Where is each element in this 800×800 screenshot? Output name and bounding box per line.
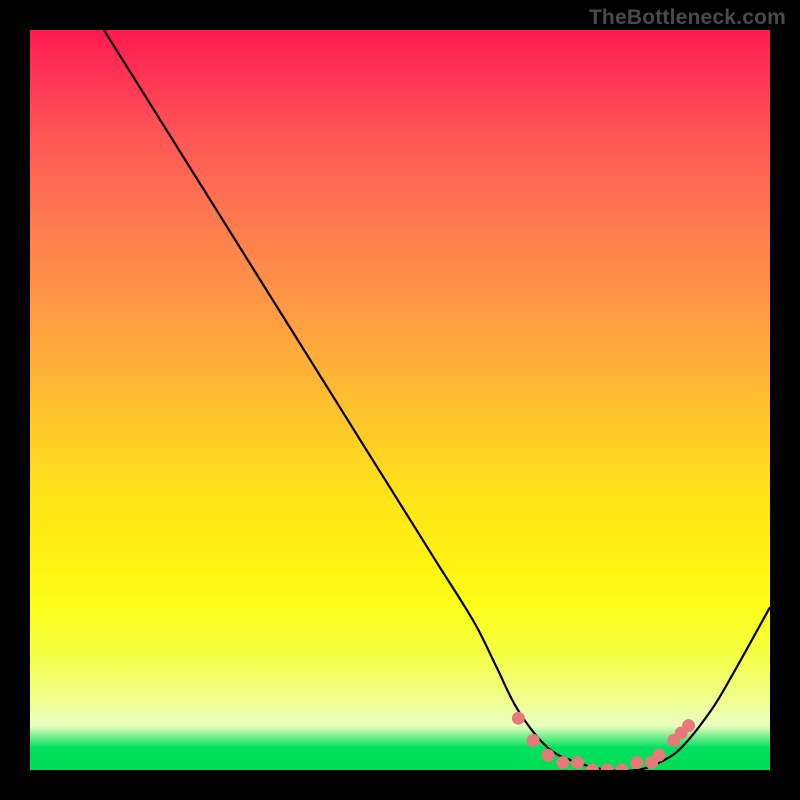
- marker-dot: [527, 734, 540, 747]
- marker-dot: [616, 764, 629, 771]
- chart-frame: TheBottleneck.com: [0, 0, 800, 800]
- marker-dot: [542, 749, 555, 762]
- chart-svg: [30, 30, 770, 770]
- marker-dot: [586, 764, 599, 771]
- highlight-dots: [512, 712, 695, 770]
- marker-dot: [653, 749, 666, 762]
- marker-dot: [601, 764, 614, 771]
- marker-dot: [556, 756, 569, 769]
- marker-dot: [682, 719, 695, 732]
- plot-area: [30, 30, 770, 770]
- marker-dot: [571, 756, 584, 769]
- marker-dot: [512, 712, 525, 725]
- bottleneck-curve: [104, 30, 770, 770]
- marker-dot: [630, 756, 643, 769]
- attribution-text: TheBottleneck.com: [589, 6, 786, 30]
